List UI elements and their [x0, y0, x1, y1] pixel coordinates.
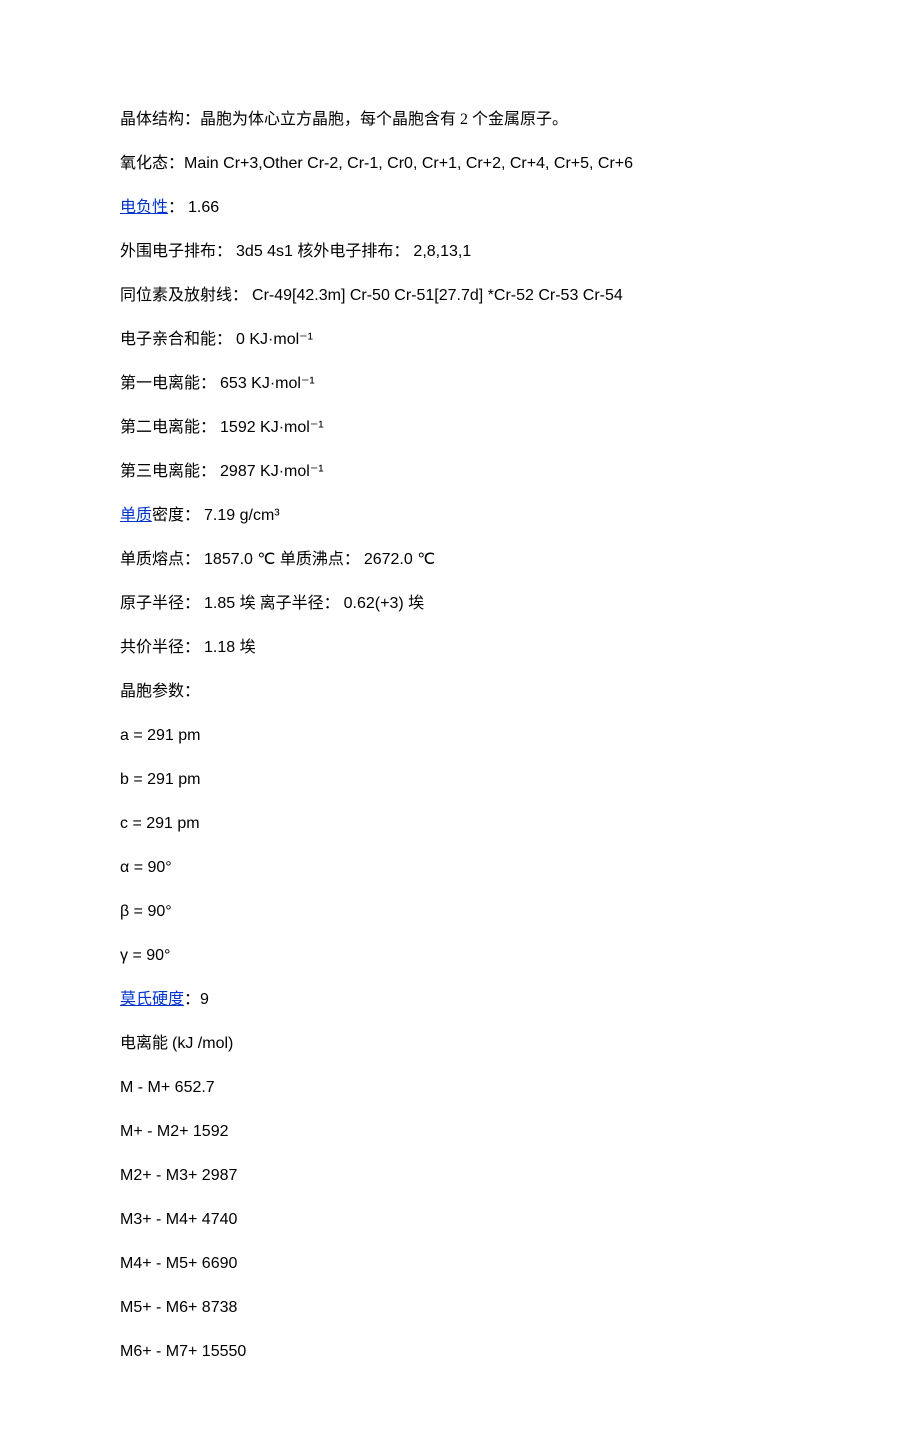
text-line: M2+ - M3+ 2987	[120, 1164, 800, 1188]
text-line: 氧化态：Main Cr+3,Other Cr-2, Cr-1, Cr0, Cr+…	[120, 152, 800, 176]
text-line: M - M+ 652.7	[120, 1076, 800, 1100]
text-line: 晶胞参数：	[120, 680, 800, 704]
text-span: 第二电离能：	[120, 419, 220, 436]
text-span: 埃 离子半径：	[240, 595, 344, 612]
text-span: 电子亲合和能：	[120, 331, 236, 348]
hyperlink[interactable]: 单质	[120, 507, 152, 524]
text-span: 2672.0 ℃	[364, 551, 435, 568]
text-line: M+ - M2+ 1592	[120, 1120, 800, 1144]
text-line: M5+ - M6+ 8738	[120, 1296, 800, 1320]
text-span: 原子半径：	[120, 595, 204, 612]
text-span: 2987 KJ·mol⁻¹	[220, 463, 324, 480]
text-line: 单质熔点： 1857.0 ℃ 单质沸点： 2672.0 ℃	[120, 548, 800, 572]
text-span: c = 291 pm	[120, 815, 200, 832]
text-span: M - M+ 652.7	[120, 1079, 215, 1096]
text-span: 单质熔点：	[120, 551, 204, 568]
text-line: M3+ - M4+ 4740	[120, 1208, 800, 1232]
text-span: M3+ - M4+ 4740	[120, 1211, 237, 1228]
document-page: 晶体结构：晶胞为体心立方晶胞，每个晶胞含有 2 个金属原子。氧化态：Main C…	[0, 0, 920, 1444]
text-line: 单质密度： 7.19 g/cm³	[120, 504, 800, 528]
text-line: 电离能 (kJ /mol)	[120, 1032, 800, 1056]
text-span: 3d5 4s1	[236, 243, 297, 260]
text-line: 莫氏硬度：9	[120, 988, 800, 1012]
text-span: 1.85	[204, 595, 240, 612]
text-line: c = 291 pm	[120, 812, 800, 836]
text-span: 同位素及放射线：	[120, 287, 252, 304]
text-line: γ = 90°	[120, 944, 800, 968]
text-span: 晶胞参数：	[120, 683, 200, 700]
text-line: 同位素及放射线： Cr-49[42.3m] Cr-50 Cr-51[27.7d]…	[120, 284, 800, 308]
text-line: 第一电离能： 653 KJ·mol⁻¹	[120, 372, 800, 396]
text-span: 氧化态：	[120, 155, 184, 172]
text-span: 0 KJ·mol⁻¹	[236, 331, 313, 348]
text-span: ：	[184, 991, 200, 1008]
text-span: γ = 90°	[120, 947, 170, 964]
text-span: 埃	[408, 595, 424, 612]
text-line: 外围电子排布： 3d5 4s1 核外电子排布： 2,8,13,1	[120, 240, 800, 264]
text-span: 核外电子排布：	[297, 243, 413, 260]
text-line: α = 90°	[120, 856, 800, 880]
text-span: 1.18	[204, 639, 240, 656]
text-span: 0.62(+3)	[344, 595, 408, 612]
text-line: 第二电离能： 1592 KJ·mol⁻¹	[120, 416, 800, 440]
text-span: M+ - M2+ 1592	[120, 1123, 229, 1140]
text-span: 共价半径：	[120, 639, 204, 656]
text-line: M4+ - M5+ 6690	[120, 1252, 800, 1276]
text-span: 密度：	[152, 507, 204, 524]
text-span: 7.19 g/cm³	[204, 507, 280, 524]
text-span: 1592 KJ·mol⁻¹	[220, 419, 324, 436]
text-span: b = 291 pm	[120, 771, 201, 788]
text-span: M2+ - M3+ 2987	[120, 1167, 237, 1184]
text-line: 电子亲合和能： 0 KJ·mol⁻¹	[120, 328, 800, 352]
text-span: Cr-49[42.3m] Cr-50 Cr-51[27.7d] *Cr-52 C…	[252, 287, 623, 304]
text-span: a = 291 pm	[120, 727, 201, 744]
text-span: 1.66	[188, 199, 219, 216]
text-span: β = 90°	[120, 903, 172, 920]
text-line: 第三电离能： 2987 KJ·mol⁻¹	[120, 460, 800, 484]
text-span: 1857.0 ℃	[204, 551, 280, 568]
text-span: 2,8,13,1	[413, 243, 471, 260]
text-span: 653 KJ·mol⁻¹	[220, 375, 315, 392]
text-span: 埃	[240, 639, 256, 656]
text-span: 9	[200, 991, 209, 1008]
text-span: 电离能	[120, 1035, 172, 1052]
text-span: M4+ - M5+ 6690	[120, 1255, 237, 1272]
text-span: ：	[168, 199, 188, 216]
text-line: 晶体结构：晶胞为体心立方晶胞，每个晶胞含有 2 个金属原子。	[120, 108, 800, 132]
hyperlink[interactable]: 电负性	[120, 199, 168, 216]
text-line: M6+ - M7+ 15550	[120, 1340, 800, 1364]
text-span: M6+ - M7+ 15550	[120, 1343, 246, 1360]
text-line: 共价半径： 1.18 埃	[120, 636, 800, 660]
text-line: 原子半径： 1.85 埃 离子半径： 0.62(+3) 埃	[120, 592, 800, 616]
text-span: 外围电子排布：	[120, 243, 236, 260]
text-line: β = 90°	[120, 900, 800, 924]
text-line: a = 291 pm	[120, 724, 800, 748]
text-span: 单质沸点：	[280, 551, 364, 568]
text-span: (kJ /mol)	[172, 1035, 233, 1052]
text-line: 电负性： 1.66	[120, 196, 800, 220]
text-line: b = 291 pm	[120, 768, 800, 792]
text-span: 晶体结构：晶胞为体心立方晶胞，每个晶胞含有 2 个金属原子。	[120, 111, 568, 128]
hyperlink[interactable]: 莫氏硬度	[120, 991, 184, 1008]
text-span: Main Cr+3,Other Cr-2, Cr-1, Cr0, Cr+1, C…	[184, 155, 633, 172]
text-span: 第一电离能：	[120, 375, 220, 392]
text-span: α = 90°	[120, 859, 172, 876]
text-span: 第三电离能：	[120, 463, 220, 480]
